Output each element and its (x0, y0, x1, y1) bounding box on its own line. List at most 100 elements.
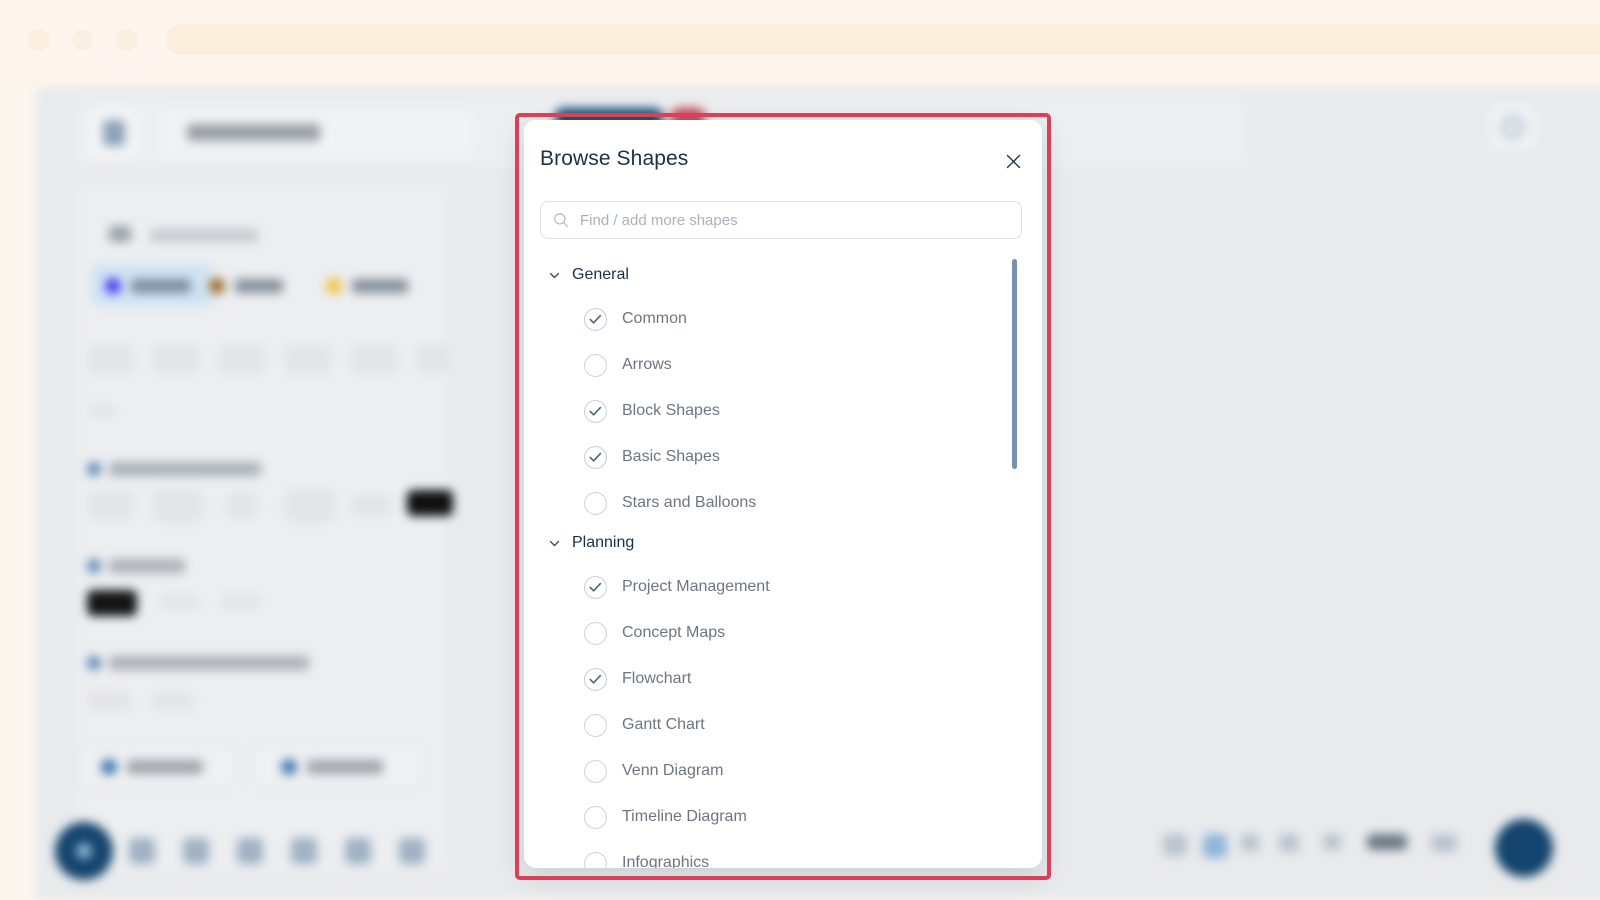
stickers-tab-dot-icon (326, 278, 342, 294)
category-item-label: Basic Shapes (622, 448, 720, 465)
checkbox-checked-icon[interactable] (584, 667, 607, 691)
shape-thumb[interactable] (153, 489, 203, 523)
category-item[interactable]: Concept Maps (524, 610, 1042, 656)
tool-sticky-icon[interactable] (237, 838, 263, 864)
shape-thumb[interactable] (87, 590, 137, 616)
checkbox-unchecked-icon[interactable] (584, 805, 607, 829)
avatar[interactable] (1495, 819, 1553, 877)
page-title: Browse Shapes (540, 147, 689, 170)
close-window-button[interactable] (28, 29, 50, 51)
shape-thumb[interactable] (351, 494, 391, 516)
checkbox-checked-icon[interactable] (584, 575, 607, 599)
checkbox-checked-icon[interactable] (584, 445, 607, 469)
shape-thumb[interactable] (407, 490, 453, 516)
shape-thumb[interactable] (285, 344, 331, 374)
category-header-general[interactable]: General (524, 258, 1042, 292)
shape-thumb[interactable] (87, 491, 133, 521)
category-item-label: Stars and Balloons (622, 494, 757, 511)
checkbox-checked-icon[interactable] (584, 399, 607, 423)
minimize-window-button[interactable] (72, 29, 94, 51)
checkbox-unchecked-icon[interactable] (584, 759, 607, 783)
search-icon (553, 212, 569, 228)
checkbox-unchecked-icon[interactable] (584, 491, 607, 515)
stickers-tab-label[interactable] (352, 279, 408, 293)
sidebar-search-placeholder (150, 229, 258, 242)
category-item-label: Concept Maps (622, 624, 726, 641)
category-item-label: Infographics (622, 854, 710, 868)
shapes-tab-label (131, 279, 191, 293)
category-item[interactable]: Arrows (524, 342, 1042, 388)
tool-text-icon[interactable] (291, 838, 317, 864)
assets-tab-label[interactable] (235, 279, 283, 293)
shape-thumb[interactable] (159, 594, 199, 610)
board-menu-icon (103, 120, 125, 146)
assets-tab-dot-icon (209, 278, 225, 294)
window-traffic-lights (28, 29, 138, 51)
category-item-label: Timeline Diagram (622, 808, 747, 825)
section-label-agile-project-management (109, 656, 309, 670)
section-dot-icon (87, 462, 101, 476)
chevron-down-icon (546, 267, 562, 283)
category-item-label: Common (622, 310, 687, 327)
category-item[interactable]: Flowchart (524, 656, 1042, 702)
search-input[interactable] (580, 211, 1009, 229)
category-item[interactable]: Infographics (524, 840, 1042, 868)
category-item[interactable]: Stars and Balloons (524, 480, 1042, 526)
category-item-label: Flowchart (622, 670, 692, 687)
bottom-tool-icon-active[interactable] (1203, 834, 1227, 858)
maximize-window-button[interactable] (116, 29, 138, 51)
shape-thumb[interactable] (151, 692, 195, 710)
category-item[interactable]: Common (524, 296, 1042, 342)
category-item[interactable]: Block Shapes (524, 388, 1042, 434)
zoom-level-label[interactable] (1367, 834, 1407, 850)
category-item-label: Gantt Chart (622, 716, 705, 733)
chevron-down-icon (546, 535, 562, 551)
tool-shape-icon[interactable] (129, 838, 155, 864)
tool-line-icon[interactable] (345, 838, 371, 864)
tool-image-icon[interactable] (183, 838, 209, 864)
checkbox-unchecked-icon[interactable] (584, 621, 607, 645)
shape-thumb[interactable] (225, 491, 259, 521)
category-header-planning[interactable]: Planning (524, 526, 1042, 560)
shape-thumb[interactable] (221, 594, 261, 610)
category-item[interactable]: Venn Diagram (524, 748, 1042, 794)
bottom-tool-icon[interactable] (1279, 834, 1299, 852)
category-item[interactable]: Timeline Diagram (524, 794, 1042, 840)
browser-chrome (0, 0, 1600, 78)
shape-thumb[interactable] (87, 344, 133, 374)
shape-thumb[interactable] (87, 404, 117, 418)
shape-thumb[interactable] (87, 690, 131, 712)
shape-thumb[interactable] (351, 344, 397, 374)
checkbox-unchecked-icon[interactable] (584, 353, 607, 377)
section-dot-icon (87, 559, 101, 573)
close-icon[interactable] (1000, 148, 1026, 174)
sidebar-search-field[interactable] (87, 211, 437, 251)
bottom-tool-icon[interactable] (1163, 834, 1187, 856)
bottom-tool-icon[interactable] (1323, 834, 1341, 850)
category-group-general: General Common Arrows Block Shapes Basic Sha… (524, 258, 1042, 526)
category-list-scrollbar[interactable] (1012, 259, 1017, 469)
checkbox-checked-icon[interactable] (584, 307, 607, 331)
bottom-tool-icon[interactable] (1241, 834, 1259, 852)
modal-header: Browse Shapes (524, 120, 1042, 202)
tool-pen-icon[interactable] (399, 838, 425, 864)
category-item[interactable]: Gantt Chart (524, 702, 1042, 748)
checkbox-unchecked-icon[interactable] (584, 713, 607, 737)
shape-search-field[interactable] (540, 201, 1022, 239)
shape-thumb[interactable] (417, 344, 449, 374)
category-item[interactable]: Basic Shapes (524, 434, 1042, 480)
category-item-label: Block Shapes (622, 402, 720, 419)
section-dot-icon (87, 656, 101, 670)
shape-thumb[interactable] (219, 344, 265, 374)
all-shapes-icon (101, 759, 117, 775)
shape-thumb[interactable] (285, 489, 335, 523)
shape-thumb[interactable] (153, 344, 199, 374)
browse-shapes-modal: Browse Shapes General Common Arrows Block S… (524, 120, 1042, 868)
address-bar[interactable] (166, 24, 1600, 55)
sidebar-search-icon (109, 226, 131, 242)
category-list[interactable]: General Common Arrows Block Shapes Basic Sha… (524, 250, 1042, 868)
checkbox-unchecked-icon[interactable] (584, 851, 607, 868)
bottom-tool-icon[interactable] (1431, 834, 1457, 852)
category-item[interactable]: Project Management (524, 564, 1042, 610)
category-name: General (572, 266, 629, 283)
